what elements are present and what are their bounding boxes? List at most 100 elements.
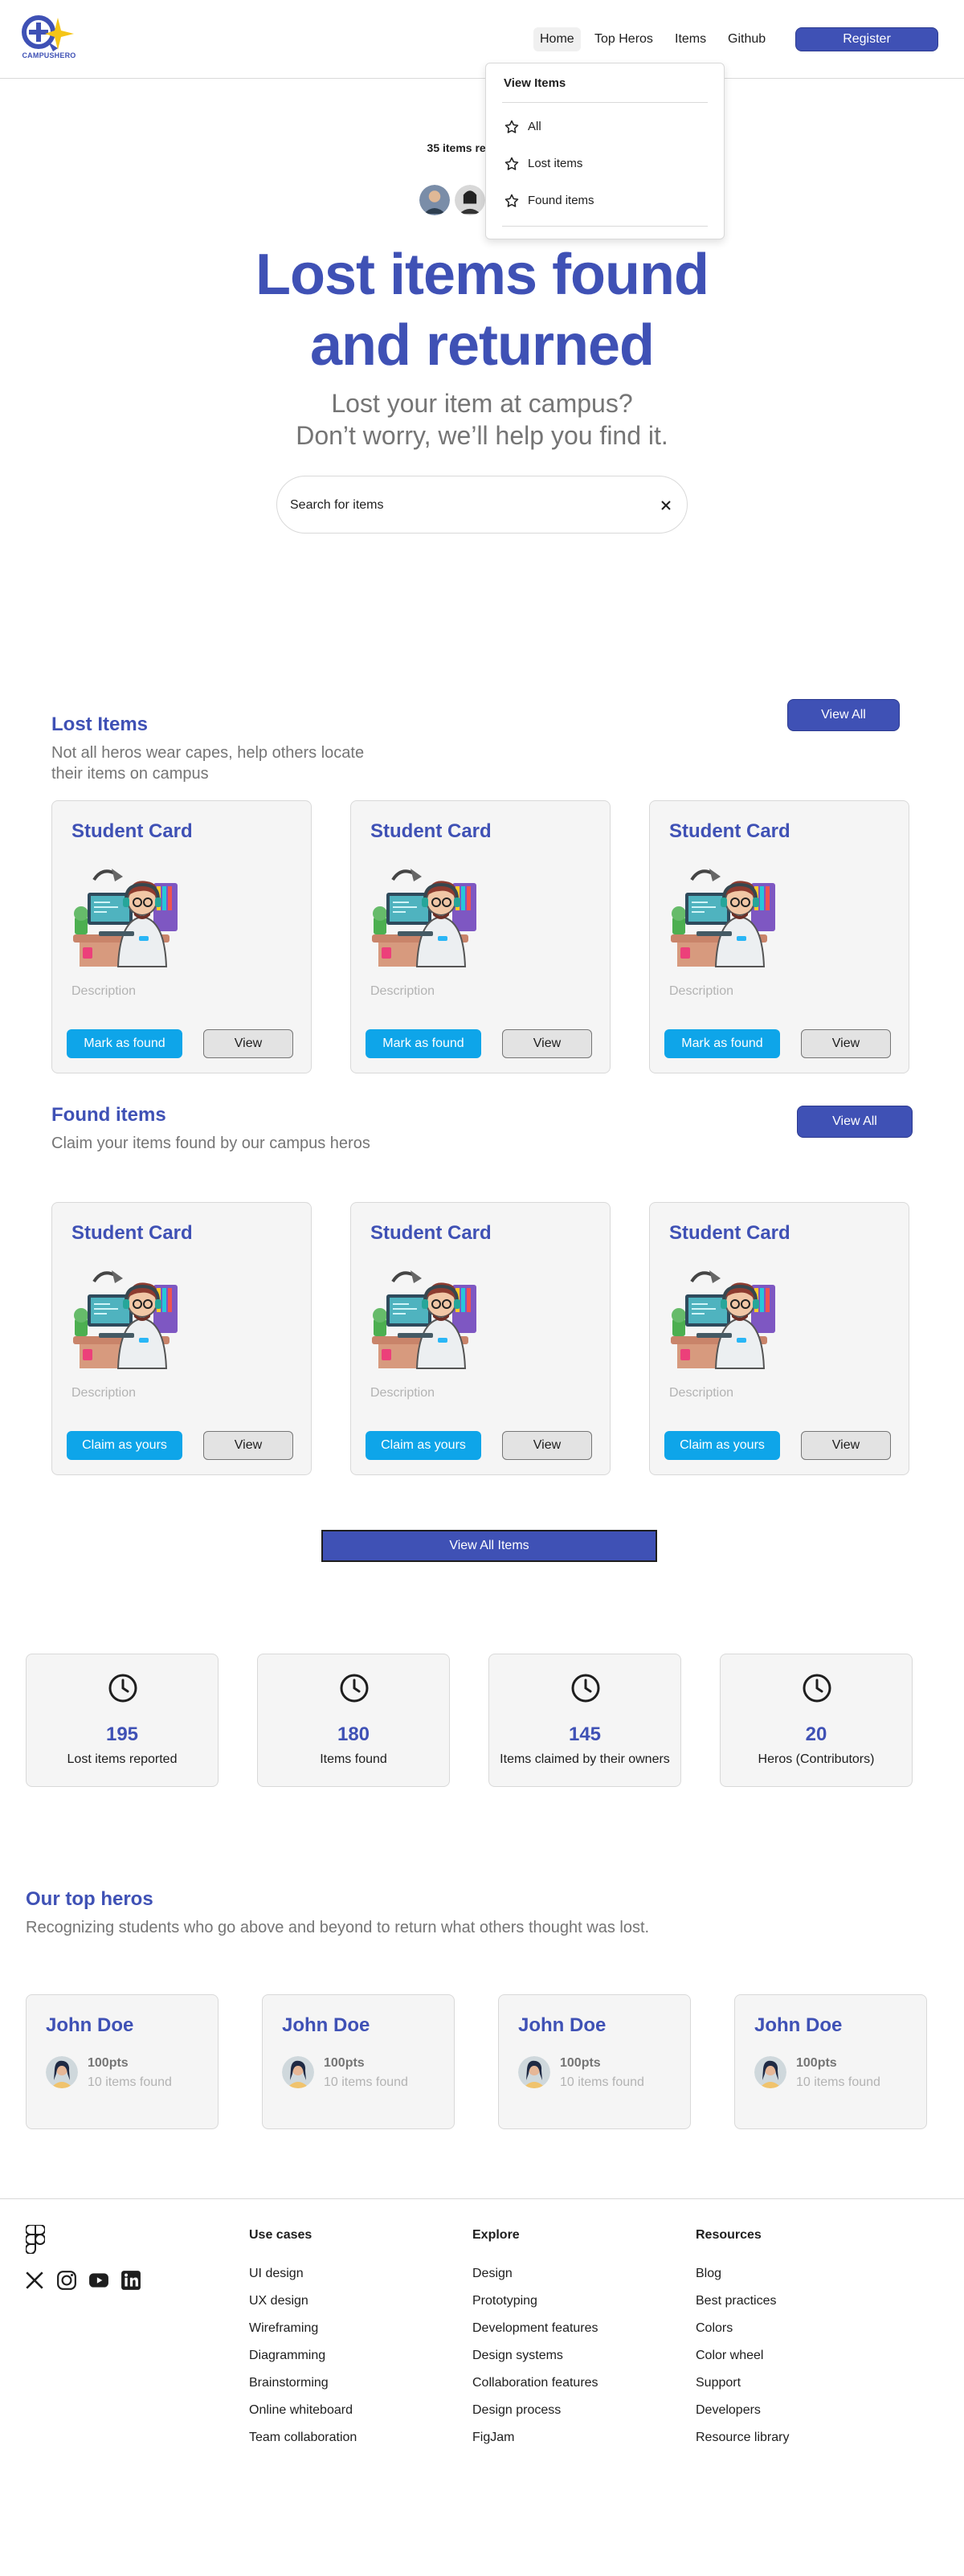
claim-as-yours-button[interactable]: Claim as yours bbox=[664, 1431, 780, 1460]
found-item-card: Student Card Description Claim as yours Vie… bbox=[51, 1202, 312, 1475]
hero-points: 100pts bbox=[796, 2056, 837, 2070]
card-description: Description bbox=[669, 1386, 734, 1400]
view-button[interactable]: View bbox=[801, 1431, 891, 1460]
mark-as-found-button[interactable]: Mark as found bbox=[366, 1029, 481, 1058]
avatar bbox=[46, 2056, 78, 2088]
view-button[interactable]: View bbox=[502, 1431, 592, 1460]
footer-link[interactable]: Development features bbox=[472, 2321, 598, 2336]
view-button[interactable]: View bbox=[203, 1029, 293, 1058]
stat-card: 180 Items found bbox=[257, 1654, 450, 1787]
avatar-group bbox=[418, 183, 490, 217]
mark-as-found-button[interactable]: Mark as found bbox=[67, 1029, 182, 1058]
footer-link[interactable]: Blog bbox=[696, 2267, 721, 2281]
footer-link[interactable]: UI design bbox=[249, 2267, 304, 2281]
card-title: Student Card bbox=[71, 820, 193, 842]
stat-card: 195 Lost items reported bbox=[26, 1654, 219, 1787]
view-all-items-button[interactable]: View All Items bbox=[321, 1530, 657, 1562]
lost-view-all-button[interactable]: View All bbox=[787, 699, 900, 731]
youtube-icon[interactable] bbox=[88, 2270, 109, 2291]
footer-link[interactable]: Wireframing bbox=[249, 2321, 318, 2336]
found-items-title: Found items bbox=[51, 1104, 166, 1126]
clock-icon bbox=[803, 1674, 831, 1703]
hero-title-line: Lost items found bbox=[255, 243, 709, 307]
hero-name: John Doe bbox=[282, 2014, 370, 2036]
stat-value: 145 bbox=[568, 1723, 602, 1745]
claim-as-yours-button[interactable]: Claim as yours bbox=[67, 1431, 182, 1460]
star-icon bbox=[504, 157, 519, 170]
hero-name: John Doe bbox=[754, 2014, 843, 2036]
instagram-icon[interactable] bbox=[56, 2270, 77, 2291]
top-heros-subtitle: Recognizing students who go above and be… bbox=[26, 1919, 650, 1936]
nav-top-heros[interactable]: Top Heros bbox=[588, 27, 660, 51]
lost-item-card: Student Card Description Mark as found View bbox=[51, 800, 312, 1073]
lost-items-title: Lost Items bbox=[51, 714, 149, 735]
top-hero-card[interactable]: John Doe 100pts 10 items found bbox=[26, 1994, 219, 2129]
stat-label: Items found bbox=[320, 1752, 387, 1766]
nav-github[interactable]: Github bbox=[721, 27, 772, 51]
found-view-all-button[interactable]: View All bbox=[797, 1106, 913, 1138]
search-input[interactable]: Search for items bbox=[276, 476, 688, 534]
footer-link[interactable]: UX design bbox=[249, 2294, 308, 2308]
hero-items-found: 10 items found bbox=[560, 2075, 644, 2089]
nav-items[interactable]: Items bbox=[668, 27, 713, 51]
footer-link[interactable]: Brainstorming bbox=[249, 2376, 329, 2390]
coder-illustration bbox=[671, 869, 775, 967]
coder-illustration bbox=[73, 869, 178, 967]
nav-home[interactable]: Home bbox=[533, 27, 581, 51]
stat-label: Items claimed by their owners bbox=[500, 1752, 670, 1766]
hero-title-line: and returned bbox=[309, 313, 655, 378]
dropdown-item-lost[interactable]: Lost items bbox=[504, 155, 582, 173]
view-button[interactable]: View bbox=[502, 1029, 592, 1058]
stat-value: 20 bbox=[805, 1723, 827, 1745]
clock-icon bbox=[571, 1674, 600, 1703]
top-hero-card[interactable]: John Doe 100pts 10 items found bbox=[734, 1994, 927, 2129]
logo-text: CAMPUSHERO bbox=[22, 51, 76, 59]
hero-name: John Doe bbox=[46, 2014, 134, 2036]
site-header: CAMPUSHERO Home Top Heros Items Github R… bbox=[0, 0, 964, 79]
stat-value: 195 bbox=[105, 1723, 139, 1745]
claim-as-yours-button[interactable]: Claim as yours bbox=[366, 1431, 481, 1460]
view-button[interactable]: View bbox=[203, 1431, 293, 1460]
card-title: Student Card bbox=[370, 1222, 492, 1244]
footer-link[interactable]: Colors bbox=[696, 2321, 733, 2336]
items-returned-note: 35 items returned an bbox=[427, 141, 537, 154]
top-hero-card[interactable]: John Doe 100pts 10 items found bbox=[498, 1994, 691, 2129]
footer-link[interactable]: Best practices bbox=[696, 2294, 776, 2308]
linkedin-icon[interactable] bbox=[120, 2270, 141, 2291]
avatar bbox=[518, 2056, 550, 2088]
x-icon[interactable] bbox=[24, 2270, 45, 2291]
hero-subtitle-line: Lost your item at campus? bbox=[331, 389, 633, 418]
footer-link[interactable]: FigJam bbox=[472, 2431, 514, 2445]
top-hero-card[interactable]: John Doe 100pts 10 items found bbox=[262, 1994, 455, 2129]
footer-link[interactable]: Diagramming bbox=[249, 2349, 325, 2363]
figma-icon[interactable] bbox=[26, 2225, 45, 2254]
footer-link[interactable]: Collaboration features bbox=[472, 2376, 598, 2390]
footer-link[interactable]: Developers bbox=[696, 2403, 761, 2418]
dropdown-item-found[interactable]: Found items bbox=[504, 192, 594, 210]
register-button[interactable]: Register bbox=[795, 27, 938, 51]
search-placeholder: Search for items bbox=[290, 498, 384, 512]
star-icon bbox=[504, 120, 519, 133]
footer-link[interactable]: Design process bbox=[472, 2403, 561, 2418]
subtitle-line: Not all heros wear capes, help others lo… bbox=[51, 744, 365, 762]
footer-link[interactable]: Online whiteboard bbox=[249, 2403, 353, 2418]
dropdown-item-all[interactable]: All bbox=[504, 118, 541, 136]
footer-link[interactable]: Prototyping bbox=[472, 2294, 537, 2308]
clock-icon bbox=[340, 1674, 369, 1703]
footer-link[interactable]: Color wheel bbox=[696, 2349, 763, 2363]
hero-points: 100pts bbox=[88, 2056, 129, 2070]
footer-link[interactable]: Design bbox=[472, 2267, 513, 2281]
footer-link[interactable]: Support bbox=[696, 2376, 741, 2390]
footer-link[interactable]: Resource library bbox=[696, 2431, 789, 2445]
hero-items-found: 10 items found bbox=[88, 2075, 172, 2089]
dropdown-title: View Items bbox=[504, 76, 566, 90]
footer-link[interactable]: Design systems bbox=[472, 2349, 563, 2363]
coder-illustration bbox=[73, 1270, 178, 1369]
close-icon[interactable] bbox=[658, 497, 674, 513]
footer-link[interactable]: Team collaboration bbox=[249, 2431, 357, 2445]
mark-as-found-button[interactable]: Mark as found bbox=[664, 1029, 780, 1058]
stat-label: Lost items reported bbox=[67, 1752, 178, 1766]
clock-icon bbox=[108, 1674, 137, 1703]
dropdown-divider bbox=[502, 226, 708, 227]
view-button[interactable]: View bbox=[801, 1029, 891, 1058]
